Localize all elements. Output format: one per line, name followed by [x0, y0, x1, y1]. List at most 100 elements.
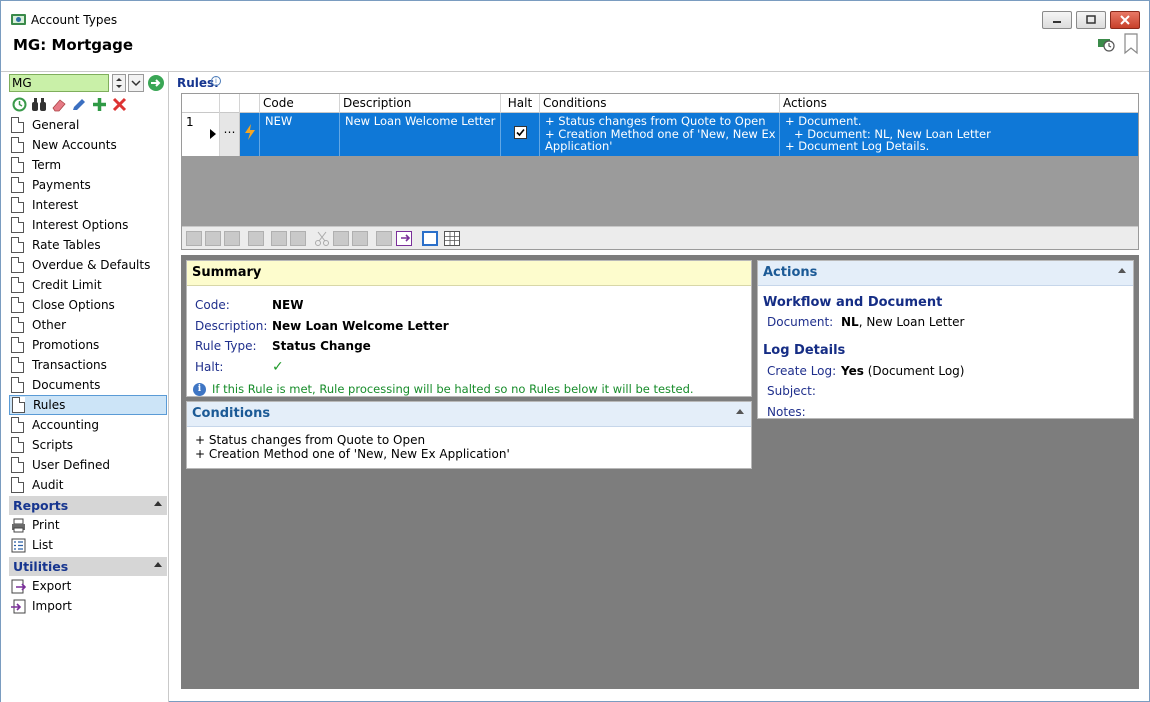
save-icon[interactable] [248, 231, 264, 246]
sidebar-item-overdue-defaults[interactable]: Overdue & Defaults [9, 255, 167, 275]
indent-icon[interactable] [205, 231, 221, 246]
export-grid-icon[interactable] [376, 231, 392, 246]
history-icon[interactable] [11, 96, 27, 112]
binoculars-icon[interactable] [31, 96, 47, 112]
header-row-number [182, 94, 220, 113]
paste-icon[interactable] [352, 231, 368, 246]
rule-type-label: Rule Type: [195, 339, 257, 353]
utilities-import-item[interactable]: Import [11, 596, 72, 616]
script-document-icon [11, 437, 24, 453]
condition-line: + Creation Method one of 'New, New Ex Ap… [195, 447, 510, 461]
sidebar-item-close-options[interactable]: Close Options [9, 295, 167, 315]
code-dropdown-button[interactable] [128, 74, 144, 92]
add-icon[interactable] [91, 96, 107, 112]
rule-trigger-cell [240, 113, 260, 156]
row-ellipsis-button[interactable]: ⋯ [220, 113, 240, 156]
header-code[interactable]: Code [260, 94, 340, 113]
title-bar: Account Types [1, 1, 1149, 31]
document-icon [11, 177, 24, 193]
rule-conditions-cell: + Status changes from Quote to Open + Cr… [540, 113, 780, 156]
table-row[interactable]: 1 ⋯ NEW New Loan Welcome Letter + Status… [182, 113, 1138, 156]
edit-pencil-icon[interactable] [71, 96, 87, 112]
notes-label: Notes: [767, 405, 806, 419]
create-log-extra: (Document Log) [863, 364, 965, 378]
create-log-row: Create Log: Yes (Document Log) [767, 364, 964, 378]
sidebar-item-user-defined[interactable]: User Defined [9, 455, 167, 475]
header-icon [240, 94, 260, 113]
sidebar-item-payments[interactable]: Payments [9, 175, 167, 195]
halt-checkbox[interactable] [514, 126, 527, 139]
close-button[interactable] [1110, 11, 1140, 29]
sidebar-item-accounting[interactable]: Accounting [9, 415, 167, 435]
eraser-icon[interactable] [51, 96, 67, 112]
sidebar-item-label: Accounting [32, 418, 100, 432]
actions-header[interactable]: Actions [758, 261, 1133, 286]
go-button[interactable] [148, 75, 164, 91]
document-icon [11, 197, 24, 213]
cut-icon[interactable] [314, 231, 330, 246]
reports-section-header[interactable]: Reports [9, 496, 167, 515]
copy-icon[interactable] [333, 231, 349, 246]
document-icon [11, 217, 24, 233]
rule-halt-cell[interactable] [501, 113, 540, 156]
sidebar-item-label: Scripts [32, 438, 74, 452]
close-icon [1120, 15, 1130, 25]
sidebar-item-label: Rate Tables [32, 238, 101, 252]
sidebar-item-transactions[interactable]: Transactions [9, 355, 167, 375]
account-type-code-input[interactable]: MG [9, 74, 109, 92]
selected-row[interactable]: NEW New Loan Welcome Letter + Status cha… [240, 113, 1138, 156]
minimize-button[interactable] [1042, 11, 1072, 29]
sidebar-item-general[interactable]: General [9, 115, 167, 135]
sidebar-item-audit[interactable]: Audit [9, 475, 167, 495]
conditions-header[interactable]: Conditions [187, 402, 751, 427]
chevron-up-icon [736, 409, 744, 414]
insert-row-icon[interactable] [186, 231, 202, 246]
header-conditions[interactable]: Conditions [540, 94, 780, 113]
row-pointer-icon [210, 129, 216, 139]
code-label: Code: [195, 298, 230, 312]
sidebar-item-term[interactable]: Term [9, 155, 167, 175]
move-up-icon[interactable] [271, 231, 287, 246]
header-halt[interactable]: Halt [501, 94, 540, 113]
info-icon[interactable]: i [211, 76, 221, 86]
delete-icon[interactable] [111, 96, 127, 112]
sidebar-item-interest-options[interactable]: Interest Options [9, 215, 167, 235]
utilities-export-item[interactable]: Export [11, 576, 71, 596]
document-row: Document: NL, New Loan Letter [767, 315, 965, 329]
sidebar-item-documents[interactable]: Documents [9, 375, 167, 395]
maximize-button[interactable] [1076, 11, 1106, 29]
sidebar-item-label: General [32, 118, 80, 132]
sidebar-item-rules[interactable]: Rules [9, 395, 167, 415]
reports-print-item[interactable]: Print [11, 515, 60, 535]
condition-line: Application' [545, 139, 613, 153]
utilities-section-header[interactable]: Utilities [9, 557, 167, 576]
bookmark-icon[interactable] [1123, 33, 1139, 55]
money-history-icon[interactable] [1097, 36, 1115, 52]
header-actions[interactable]: Actions [780, 94, 1138, 113]
single-view-icon[interactable] [422, 231, 438, 246]
sidebar-item-label: Promotions [32, 338, 100, 352]
code-spinner[interactable] [112, 74, 126, 92]
sidebar-item-interest[interactable]: Interest [9, 195, 167, 215]
sidebar-item-credit-limit[interactable]: Credit Limit [9, 275, 167, 295]
reports-list-item[interactable]: List [11, 535, 53, 555]
grid-view-icon[interactable] [444, 231, 460, 246]
move-down-icon[interactable] [290, 231, 306, 246]
header-description[interactable]: Description [340, 94, 501, 113]
sidebar-item-new-accounts[interactable]: New Accounts [9, 135, 167, 155]
summary-panel: Summary Code: NEW Description: New Loan We… [186, 260, 752, 397]
print-label: Print [32, 518, 60, 532]
actions-title: Actions [763, 265, 818, 280]
create-log-label: Create Log: [767, 364, 837, 378]
import-icon [11, 599, 26, 613]
sidebar-item-other[interactable]: Other [9, 315, 167, 335]
sidebar-item-label: Term [32, 158, 62, 172]
document-label: Document: [767, 315, 834, 329]
workflow-section-title: Workflow and Document [763, 295, 943, 310]
outdent-icon[interactable] [224, 231, 240, 246]
document-icon [11, 137, 24, 153]
sidebar-item-rate-tables[interactable]: Rate Tables [9, 235, 167, 255]
sidebar-item-scripts[interactable]: Scripts [9, 435, 167, 455]
open-external-icon[interactable] [396, 231, 412, 246]
sidebar-item-promotions[interactable]: Promotions [9, 335, 167, 355]
